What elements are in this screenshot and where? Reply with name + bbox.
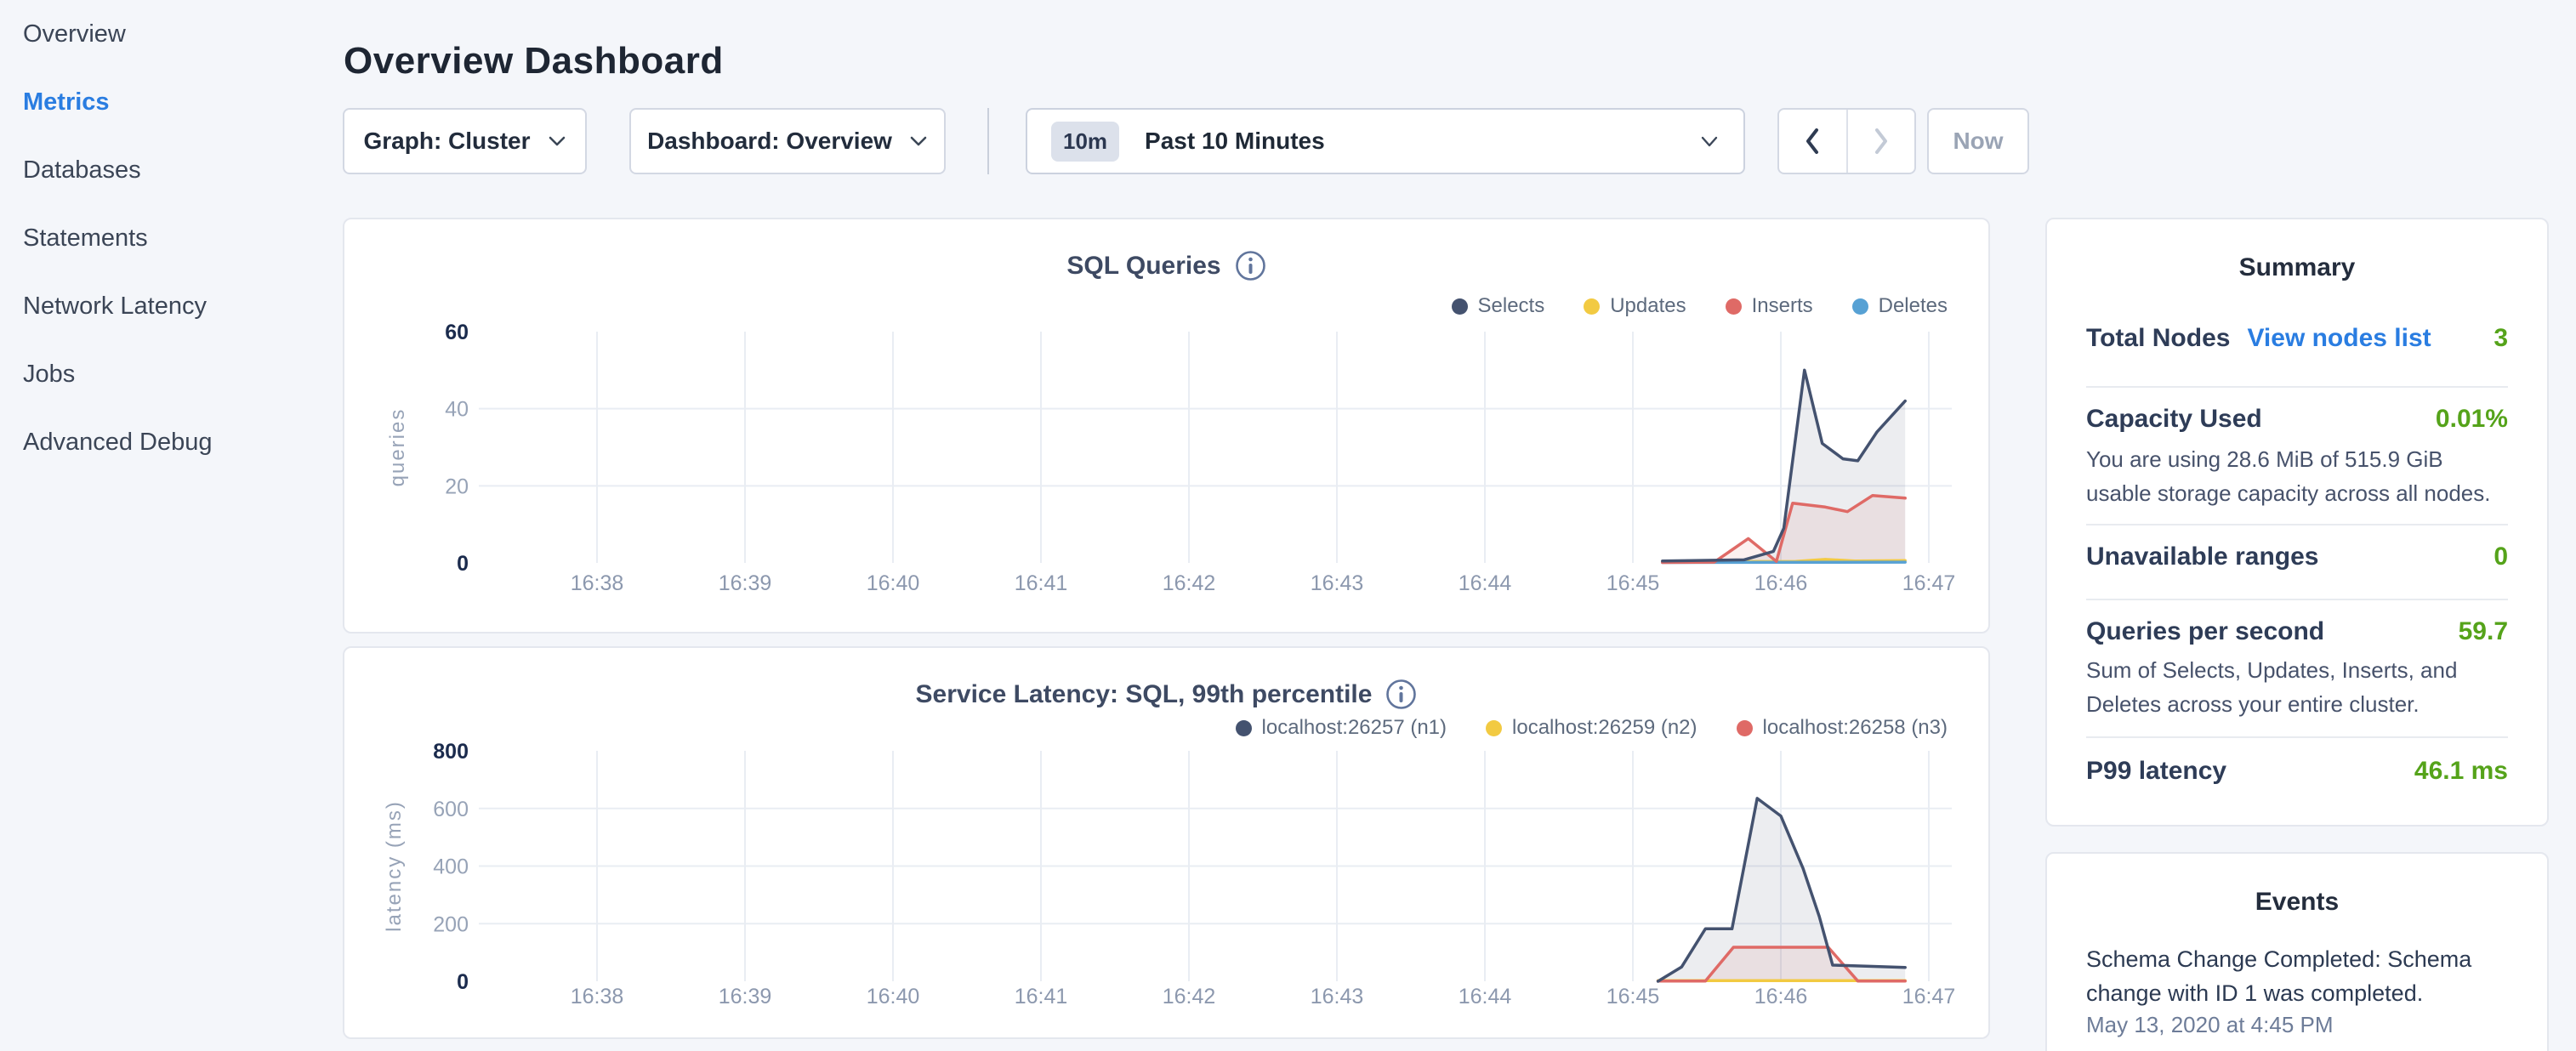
y-tick-label: 800: [433, 740, 469, 764]
events-panel: Events Schema Change Completed: Schema c…: [2045, 852, 2549, 1051]
summary-row-p99-latency: P99 latency 46.1 ms: [2086, 757, 2508, 786]
sidebar-item-advanced-debug[interactable]: Advanced Debug: [0, 408, 340, 476]
y-tick-label: 400: [433, 855, 469, 879]
summary-panel: Summary Total Nodes View nodes list 3 Cap…: [2045, 218, 2549, 827]
time-range-badge: 10m: [1051, 122, 1119, 162]
sql-queries-chart-card: SQL Queries SelectsUpdatesInsertsDeletes…: [343, 218, 1990, 633]
y-axis-label: queries: [386, 408, 409, 487]
graph-scope-dropdown[interactable]: Graph: Cluster: [343, 108, 587, 174]
service-latency-chart[interactable]: 16:38 16:39 16:40 16:41 16:42 16:43 16:44 16:45…: [344, 648, 1992, 1041]
now-button-label: Now: [1953, 128, 2003, 155]
x-tick-label: 16:38: [571, 985, 624, 1008]
x-tick-label: 16:39: [719, 985, 772, 1008]
time-range-next-button[interactable]: [1846, 110, 1915, 173]
page-title: Overview Dashboard: [344, 40, 724, 82]
sidebar-item-jobs[interactable]: Jobs: [0, 340, 340, 408]
sidebar-item-overview[interactable]: Overview: [0, 0, 340, 68]
x-tick-label: 16:43: [1311, 571, 1364, 595]
y-axis-label: latency (ms): [383, 800, 406, 932]
sidebar-item-databases[interactable]: Databases: [0, 136, 340, 204]
event-timestamp: May 13, 2020 at 4:45 PM: [2086, 1012, 2334, 1038]
controls-divider: [987, 108, 989, 174]
y-tick-label: 600: [433, 798, 469, 821]
summary-header: Summary: [2047, 253, 2547, 282]
x-tick-label: 16:42: [1163, 571, 1216, 595]
y-tick-label: 60: [445, 321, 469, 344]
time-range-prev-button[interactable]: [1779, 110, 1846, 173]
total-nodes-value: 3: [2494, 324, 2508, 353]
view-nodes-list-link[interactable]: View nodes list: [2247, 324, 2431, 352]
service-latency-chart-card: Service Latency: SQL, 99th percentile lo…: [343, 646, 1990, 1039]
unavailable-ranges-value: 0: [2494, 543, 2508, 571]
time-range-label: Past 10 Minutes: [1145, 128, 1325, 155]
chevron-down-icon: [909, 135, 928, 147]
dashboard-dropdown-label: Dashboard: Overview: [647, 128, 892, 155]
chevron-right-icon: [1872, 127, 1891, 156]
x-tick-label: 16:47: [1902, 985, 1956, 1008]
x-tick-label: 16:44: [1459, 571, 1512, 595]
y-tick-label: 0: [457, 552, 469, 576]
qps-value: 59.7: [2459, 617, 2508, 646]
summary-separator: [2086, 386, 2508, 388]
x-tick-label: 16:44: [1459, 985, 1512, 1008]
dashboard-dropdown[interactable]: Dashboard: Overview: [629, 108, 946, 174]
summary-separator: [2086, 524, 2508, 526]
x-tick-label: 16:39: [719, 571, 772, 595]
metrics-overview-page: OverviewMetricsDatabasesStatementsNetwor…: [0, 0, 2576, 1051]
x-tick-label: 16:46: [1754, 571, 1808, 595]
now-button[interactable]: Now: [1927, 108, 2029, 174]
time-range-dropdown[interactable]: 10m Past 10 Minutes: [1026, 108, 1745, 174]
sidebar-item-network-latency[interactable]: Network Latency: [0, 272, 340, 340]
summary-row-qps: Queries per second 59.7: [2086, 617, 2508, 646]
x-tick-label: 16:40: [867, 985, 920, 1008]
summary-separator: [2086, 599, 2508, 600]
y-tick-label: 200: [433, 912, 469, 936]
x-tick-label: 16:43: [1311, 985, 1364, 1008]
summary-row-total-nodes: Total Nodes View nodes list 3: [2086, 324, 2508, 353]
capacity-used-label: Capacity Used: [2086, 405, 2262, 434]
y-tick-label: 20: [445, 474, 469, 498]
x-tick-label: 16:38: [571, 571, 624, 595]
capacity-used-value: 0.01%: [2436, 405, 2508, 434]
summary-row-capacity: Capacity Used 0.01%: [2086, 405, 2508, 434]
summary-separator: [2086, 736, 2508, 738]
total-nodes-label: Total Nodes: [2086, 324, 2230, 352]
chevron-down-icon: [1699, 135, 1720, 148]
sidebar-nav: OverviewMetricsDatabasesStatementsNetwor…: [0, 0, 340, 476]
summary-row-unavailable-ranges: Unavailable ranges 0: [2086, 543, 2508, 571]
events-header: Events: [2047, 888, 2547, 917]
chevron-down-icon: [548, 135, 566, 147]
capacity-used-description: You are using 28.6 MiB of 515.9 GiB usab…: [2086, 442, 2513, 510]
graph-scope-dropdown-label: Graph: Cluster: [363, 128, 530, 155]
y-tick-label: 40: [445, 398, 469, 422]
chevron-left-icon: [1803, 127, 1822, 156]
x-tick-label: 16:40: [867, 571, 920, 595]
p99-latency-label: P99 latency: [2086, 757, 2226, 786]
x-tick-label: 16:41: [1015, 571, 1068, 595]
qps-description: Sum of Selects, Updates, Inserts, and De…: [2086, 653, 2513, 721]
unavailable-ranges-label: Unavailable ranges: [2086, 543, 2318, 571]
x-tick-label: 16:41: [1015, 985, 1068, 1008]
x-tick-label: 16:42: [1163, 985, 1216, 1008]
event-message[interactable]: Schema Change Completed: Schema change w…: [2086, 942, 2511, 1010]
x-tick-label: 16:46: [1754, 985, 1808, 1008]
time-range-pager: [1777, 108, 1916, 174]
x-tick-label: 16:45: [1606, 571, 1660, 595]
sidebar-item-statements[interactable]: Statements: [0, 204, 340, 272]
p99-latency-value: 46.1 ms: [2414, 757, 2508, 786]
x-tick-label: 16:47: [1902, 571, 1956, 595]
qps-label: Queries per second: [2086, 617, 2324, 646]
sidebar-item-metrics[interactable]: Metrics: [0, 68, 340, 136]
sql-queries-chart[interactable]: 16:38 16:39 16:40 16:41 16:42 16:43 16:44 16:45…: [344, 219, 1992, 635]
x-tick-label: 16:45: [1606, 985, 1660, 1008]
y-tick-label: 0: [457, 970, 469, 994]
series-fills: [1658, 798, 1906, 981]
series-area: [1658, 798, 1906, 981]
